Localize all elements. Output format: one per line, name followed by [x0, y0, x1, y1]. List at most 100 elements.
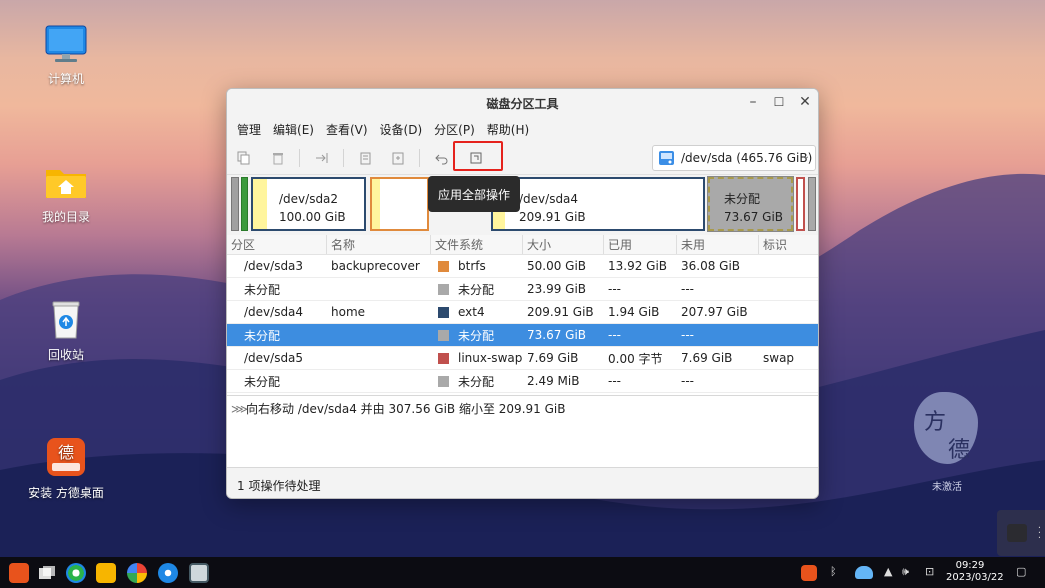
watermark-logo-char: 方 [924, 410, 947, 435]
partition-block-size: 209.91 GiB [519, 210, 586, 224]
clock-time: 09:29 [955, 560, 985, 571]
cell-size: 2.49 MiB [527, 374, 580, 388]
start-menu-icon[interactable] [9, 563, 29, 583]
partition-block-size: 73.67 GiB [724, 210, 784, 224]
partition-editor-window: 磁盘分区工具 – ☐ ✕ 管理 编辑(E) 查看(V) 设备(D) 分区(P) … [226, 88, 819, 499]
copy-partition-button[interactable] [355, 148, 377, 168]
partition-block-sda4[interactable]: /dev/sda4 209.91 GiB [491, 177, 705, 231]
window-titlebar[interactable]: 磁盘分区工具 – ☐ ✕ [227, 89, 818, 117]
partition-block-tail[interactable] [808, 177, 816, 231]
cell-unused: --- [681, 282, 694, 296]
bluetooth-icon[interactable]: ᛒ [830, 565, 837, 578]
fs-label: ext4 [458, 305, 485, 319]
paste-partition-button[interactable] [387, 148, 409, 168]
watermark-caption: 未激活 [932, 482, 962, 493]
table-row[interactable]: /dev/sda5 linux-swap 7.69 GiB 0.00 字节 7.… [227, 347, 818, 370]
menu-manage[interactable]: 管理 [231, 121, 267, 138]
file-manager-icon[interactable] [96, 563, 116, 583]
table-row-selected[interactable]: 未分配 未分配 73.67 GiB --- --- [227, 324, 818, 347]
column-header[interactable]: 标识 [759, 235, 818, 254]
show-desktop-icon[interactable] [37, 563, 57, 583]
cell-partition: 未分配 [244, 282, 281, 297]
table-row[interactable]: /dev/sda4 home ext4 209.91 GiB 1.94 GiB … [227, 301, 818, 324]
disk-utility-icon[interactable] [189, 563, 209, 583]
partition-block-sda2[interactable]: /dev/sda2 100.00 GiB [251, 177, 366, 231]
table-row[interactable]: 未分配 未分配 23.99 GiB --- --- [227, 278, 818, 301]
column-header[interactable]: 大小 [523, 235, 604, 254]
fs-label: btrfs [458, 259, 486, 273]
fs-color-swatch [438, 375, 449, 387]
desktop-icon-my-folder[interactable]: 我的目录 [21, 162, 111, 225]
new-partition-button[interactable] [233, 148, 255, 168]
upload-icon[interactable]: ▲ [884, 565, 892, 578]
partition-block-unallocated[interactable]: 未分配 73.67 GiB [707, 176, 794, 232]
fs-color-swatch [438, 306, 449, 318]
resize-move-button[interactable] [311, 148, 333, 168]
cell-partition: 未分配 [244, 374, 281, 389]
status-text: 1 项操作待处理 [237, 479, 321, 493]
settings-gear-icon[interactable] [158, 563, 178, 583]
close-button[interactable]: ✕ [796, 94, 814, 110]
clock[interactable]: 09:29 2023/03/22 [946, 560, 1004, 584]
volume-icon[interactable]: 🕪 [902, 565, 909, 579]
disk-icon [659, 151, 674, 165]
side-panel-handle[interactable]: · · · [997, 510, 1045, 556]
column-header[interactable]: 名称 [327, 235, 431, 254]
tooltip-text: 应用全部操作 [437, 187, 510, 202]
pending-operations-list: ⋙向右移动 /dev/sda4 并由 307.56 GiB 缩小至 209.91… [227, 395, 818, 465]
cell-size: 209.91 GiB [527, 305, 594, 319]
column-header[interactable]: 未用 [677, 235, 759, 254]
desktop-icon-trash[interactable]: 回收站 [21, 298, 111, 363]
fs-color-swatch [438, 329, 449, 341]
desktop-icon-computer[interactable]: 计算机 [21, 24, 111, 87]
partition-block-sda1[interactable] [231, 177, 239, 231]
cell-size: 73.67 GiB [527, 328, 587, 342]
app-store-icon[interactable] [127, 563, 147, 583]
device-select[interactable]: /dev/sda (465.76 GiB) ⌄ [652, 145, 816, 171]
partition-table: 分区 名称 文件系统 大小 已用 未用 标识 /dev/sda3 backupr… [227, 235, 818, 393]
network-icon[interactable]: ⊡ [925, 565, 934, 578]
menu-edit[interactable]: 编辑(E) [267, 121, 320, 138]
trash-icon [52, 301, 80, 339]
column-header[interactable]: 文件系统 [431, 235, 523, 254]
table-row[interactable]: /dev/sda3 backuprecover btrfs 50.00 GiB … [227, 255, 818, 278]
partition-block-sda5[interactable] [796, 177, 805, 231]
desktop-icon-label: 我的目录 [41, 210, 90, 224]
fs-color-swatch [438, 352, 449, 364]
cell-used: --- [608, 282, 621, 296]
delete-partition-button[interactable] [267, 148, 289, 168]
menu-partition[interactable]: 分区(P) [428, 121, 481, 138]
cell-filesystem: linux-swap [431, 351, 523, 365]
column-header[interactable]: 已用 [604, 235, 677, 254]
menu-bar: 管理 编辑(E) 查看(V) 设备(D) 分区(P) 帮助(H) [227, 117, 818, 141]
maximize-button[interactable]: ☐ [770, 95, 788, 109]
cell-filesystem: 未分配 [431, 281, 523, 298]
tray-app-icon[interactable] [801, 565, 817, 581]
cell-unused: --- [681, 328, 694, 342]
undo-button[interactable] [431, 148, 453, 168]
pending-operation-item[interactable]: ⋙向右移动 /dev/sda4 并由 307.56 GiB 缩小至 209.91… [231, 400, 816, 417]
apply-all-tooltip: 应用全部操作 [428, 176, 520, 212]
cell-filesystem: 未分配 [431, 327, 523, 344]
table-row[interactable]: 未分配 未分配 2.49 MiB --- --- [227, 370, 818, 393]
partition-block-name: /dev/sda4 [519, 192, 579, 206]
menu-device[interactable]: 设备(D) [374, 121, 429, 138]
menu-view[interactable]: 查看(V) [320, 121, 374, 138]
pending-operation-text: 向右移动 /dev/sda4 并由 307.56 GiB 缩小至 209.91 … [246, 402, 566, 416]
notification-icon[interactable]: ▢ [1016, 565, 1026, 578]
menu-help[interactable]: 帮助(H) [481, 121, 535, 138]
minimize-button[interactable]: – [744, 94, 762, 110]
cell-partition: /dev/sda5 [244, 351, 304, 365]
browser-icon[interactable] [66, 563, 86, 583]
cloud-icon[interactable] [855, 566, 873, 579]
partition-block-efi[interactable] [241, 177, 248, 231]
desktop-icon-install[interactable]: 德 安装 方德桌面 [21, 436, 111, 501]
partition-block-sda3[interactable] [370, 177, 429, 231]
desktop-icon-label: 安装 方德桌面 [28, 486, 104, 500]
home-folder-icon [46, 170, 86, 198]
svg-text:德: 德 [58, 443, 74, 462]
copy-icon [237, 151, 250, 165]
fs-label: 未分配 [458, 282, 495, 297]
toolbar: /dev/sda (465.76 GiB) ⌄ [227, 141, 818, 175]
column-header[interactable]: 分区 [227, 235, 327, 254]
